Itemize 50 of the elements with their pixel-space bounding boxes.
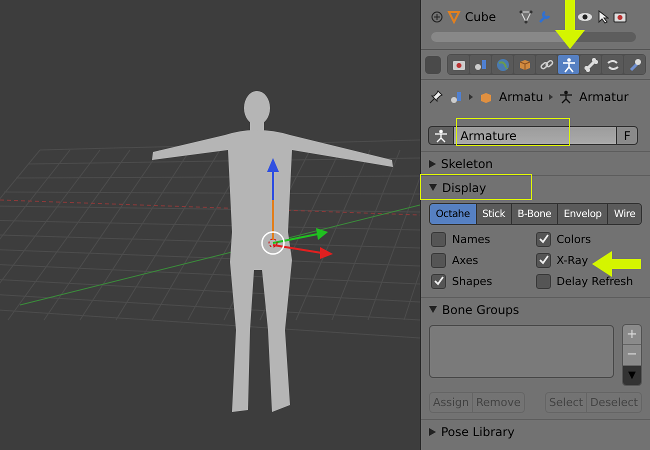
pin-icon[interactable] bbox=[429, 90, 443, 104]
checkbox-label: X-Ray bbox=[556, 254, 588, 267]
checkbox[interactable] bbox=[431, 274, 446, 289]
cube-icon bbox=[479, 90, 493, 104]
draw-type-option[interactable]: Stick bbox=[476, 204, 511, 224]
outliner-item[interactable]: Cube bbox=[465, 10, 515, 24]
draw-type-option[interactable]: Envelop bbox=[557, 204, 608, 224]
globe-icon bbox=[494, 56, 510, 72]
stick-figure-icon bbox=[559, 90, 574, 104]
eye-icon[interactable] bbox=[577, 11, 593, 23]
checkbox[interactable] bbox=[536, 274, 550, 289]
breadcrumb-item: Armatu bbox=[499, 90, 544, 104]
mesh-object-icon bbox=[447, 10, 461, 24]
checkbox[interactable] bbox=[431, 253, 446, 268]
remove-button[interactable]: − bbox=[623, 344, 641, 365]
breadcrumb-item: Armatur bbox=[579, 90, 629, 104]
stick-figure-tab[interactable] bbox=[558, 55, 579, 74]
checkbox-label: Axes bbox=[452, 254, 478, 267]
checkbox-label: Shapes bbox=[452, 275, 492, 288]
cursor-icon[interactable] bbox=[597, 10, 609, 24]
arrow-icon bbox=[592, 250, 642, 278]
render-layers-tab[interactable] bbox=[470, 55, 491, 74]
bone-tab[interactable] bbox=[580, 55, 601, 74]
stick-figure-icon bbox=[560, 56, 576, 72]
cube-tab[interactable] bbox=[514, 55, 535, 74]
chain-link-tab[interactable] bbox=[536, 55, 557, 74]
arrow-icon bbox=[554, 0, 586, 50]
stick-figure-icon bbox=[434, 128, 448, 142]
camera-icon[interactable] bbox=[613, 11, 627, 23]
bone-icon bbox=[582, 56, 598, 72]
checkbox-label: Delay Refresh bbox=[556, 275, 634, 288]
armature-data-button[interactable] bbox=[428, 126, 454, 145]
draw-type-option[interactable]: Octahe bbox=[430, 204, 476, 224]
bone-chain-tab[interactable] bbox=[602, 55, 623, 74]
checkbox-label: Colors bbox=[556, 233, 591, 246]
scrollbar[interactable] bbox=[431, 32, 636, 42]
name-field[interactable]: Armature bbox=[454, 126, 618, 145]
fake-user-button[interactable]: F bbox=[617, 126, 638, 145]
checkbox[interactable] bbox=[431, 232, 446, 247]
checkbox[interactable] bbox=[536, 232, 550, 247]
camera-tab[interactable] bbox=[448, 55, 469, 74]
wrench-tab[interactable] bbox=[624, 55, 645, 74]
draw-type-option[interactable]: B-Bone bbox=[510, 204, 557, 224]
add-button[interactable]: + bbox=[623, 325, 641, 344]
checkbox-label: Names bbox=[452, 233, 490, 246]
scene-icon bbox=[449, 90, 463, 104]
mesh-data-icon bbox=[519, 10, 533, 24]
draw-type-option[interactable]: Wire bbox=[607, 204, 641, 224]
expand-icon[interactable] bbox=[431, 11, 443, 23]
checkbox[interactable] bbox=[536, 253, 550, 268]
